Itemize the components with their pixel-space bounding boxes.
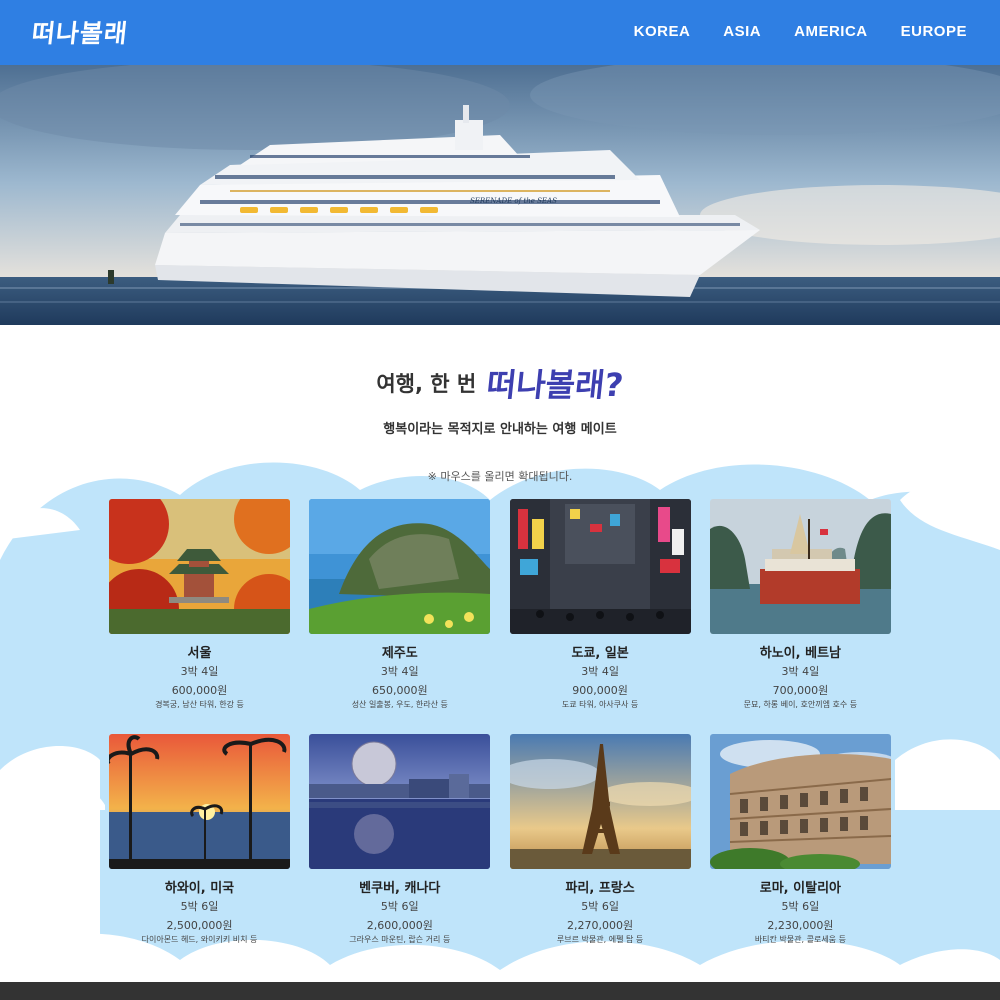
hover-note: ※ 마우스를 올리면 확대됩니다. — [427, 470, 573, 483]
hero-cruise-ship-image: SERENADE of the SEAS — [0, 65, 1000, 325]
destination-highlights: 루브르 박물관, 에펠 탑 등 — [556, 935, 644, 944]
footer — [0, 982, 1000, 1000]
destination-price: 600,000원 — [171, 684, 228, 697]
destination-card-hanoi[interactable]: 하노이, 베트남 3박 4일 700,000원 문묘, 하롱 베이, 호안끼엠 … — [709, 499, 891, 734]
destination-price: 2,230,000원 — [767, 919, 834, 932]
destination-highlights: 문묘, 하롱 베이, 호안끼엠 호수 등 — [743, 700, 858, 709]
destination-card-rome[interactable]: 로마, 이탈리아 5박 6일 2,230,000원 바티칸 박물관, 콜로세움 … — [709, 734, 891, 969]
destination-highlights: 성산 일출봉, 우도, 한라산 등 — [351, 700, 448, 709]
destination-name: 하노이, 베트남 — [759, 646, 841, 661]
destination-price: 650,000원 — [371, 684, 428, 697]
destination-duration: 5박 6일 — [380, 900, 419, 913]
hanoi-image[interactable] — [709, 499, 891, 634]
intro-subtitle: 행복이라는 목적지로 안내하는 여행 메이트 — [383, 422, 617, 437]
destination-card-jeju[interactable]: 제주도 3박 4일 650,000원 성산 일출봉, 우도, 한라산 등 — [309, 499, 491, 734]
destination-price: 2,600,000원 — [366, 919, 433, 932]
intro-title: 여행, 한 번 떠나볼래? — [0, 360, 1000, 406]
destination-highlights: 다이아몬드 헤드, 와이키키 비치 등 — [141, 935, 258, 944]
intro-title-brand: 떠나볼래? — [485, 366, 626, 404]
destination-name: 파리, 프랑스 — [565, 881, 635, 896]
destination-grid: 서울 3박 4일 600,000원 경복궁, 남산 타워, 한강 등 제주도 3… — [109, 499, 891, 969]
destination-highlights: 그라우스 마운틴, 랍슨 거리 등 — [349, 935, 451, 944]
nav-europe[interactable]: EUROPE — [901, 23, 967, 40]
vancouver-image[interactable] — [309, 734, 491, 869]
seoul-image[interactable] — [109, 499, 290, 634]
destination-name: 제주도 — [381, 646, 418, 661]
jeju-image[interactable] — [309, 499, 491, 634]
nav-korea[interactable]: KOREA — [634, 23, 691, 40]
destination-duration: 3박 4일 — [180, 665, 219, 678]
destination-name: 서울 — [187, 646, 212, 661]
destination-price: 900,000원 — [572, 684, 628, 697]
destination-duration: 3박 4일 — [781, 665, 820, 678]
destination-price: 700,000원 — [772, 684, 829, 697]
destination-highlights: 바티칸 박물관, 콜로세움 등 — [754, 935, 846, 944]
destination-name: 벤쿠버, 캐나다 — [359, 881, 441, 896]
destination-price: 2,270,000원 — [567, 919, 634, 932]
destination-card-vancouver[interactable]: 벤쿠버, 캐나다 5박 6일 2,600,000원 그라우스 마운틴, 랍슨 거… — [309, 734, 491, 969]
destination-price: 2,500,000원 — [166, 919, 233, 932]
header: 떠나볼래 KOREA ASIA AMERICA EUROPE — [0, 0, 1000, 65]
destination-card-tokyo[interactable]: 도쿄, 일본 3박 4일 900,000원 도쿄 타워, 아사쿠사 등 — [509, 499, 691, 734]
destination-duration: 3박 4일 — [380, 665, 419, 678]
main-nav: KOREA ASIA AMERICA EUROPE — [634, 23, 967, 40]
nav-america[interactable]: AMERICA — [794, 23, 868, 40]
tokyo-image[interactable] — [509, 499, 691, 634]
destination-highlights: 도쿄 타워, 아사쿠사 등 — [561, 700, 639, 709]
destination-name: 로마, 이탈리아 — [759, 881, 841, 896]
site-logo[interactable]: 떠나볼래 — [30, 14, 130, 50]
destination-name: 도쿄, 일본 — [571, 646, 629, 661]
intro-title-prefix: 여행, 한 번 — [376, 372, 477, 396]
destination-card-seoul[interactable]: 서울 3박 4일 600,000원 경복궁, 남산 타워, 한강 등 — [109, 499, 290, 734]
nav-asia[interactable]: ASIA — [723, 23, 761, 40]
rome-image[interactable] — [709, 734, 891, 869]
destination-duration: 5박 6일 — [781, 900, 820, 913]
destination-duration: 5박 6일 — [180, 900, 219, 913]
paris-image[interactable] — [509, 734, 691, 869]
destination-highlights: 경복궁, 남산 타워, 한강 등 — [155, 700, 244, 709]
ship-name-label: SERENADE of the SEAS — [470, 197, 557, 205]
hawaii-image[interactable] — [109, 734, 290, 869]
destination-card-paris[interactable]: 파리, 프랑스 5박 6일 2,270,000원 루브르 박물관, 에펠 탑 등 — [509, 734, 691, 969]
destination-card-hawaii[interactable]: 하와이, 미국 5박 6일 2,500,000원 다이아몬드 헤드, 와이키키 … — [109, 734, 290, 969]
hero-banner: SERENADE of the SEAS — [0, 65, 1000, 325]
destination-duration: 3박 4일 — [581, 665, 619, 678]
destination-duration: 5박 6일 — [581, 900, 619, 913]
destination-name: 하와이, 미국 — [164, 881, 235, 896]
